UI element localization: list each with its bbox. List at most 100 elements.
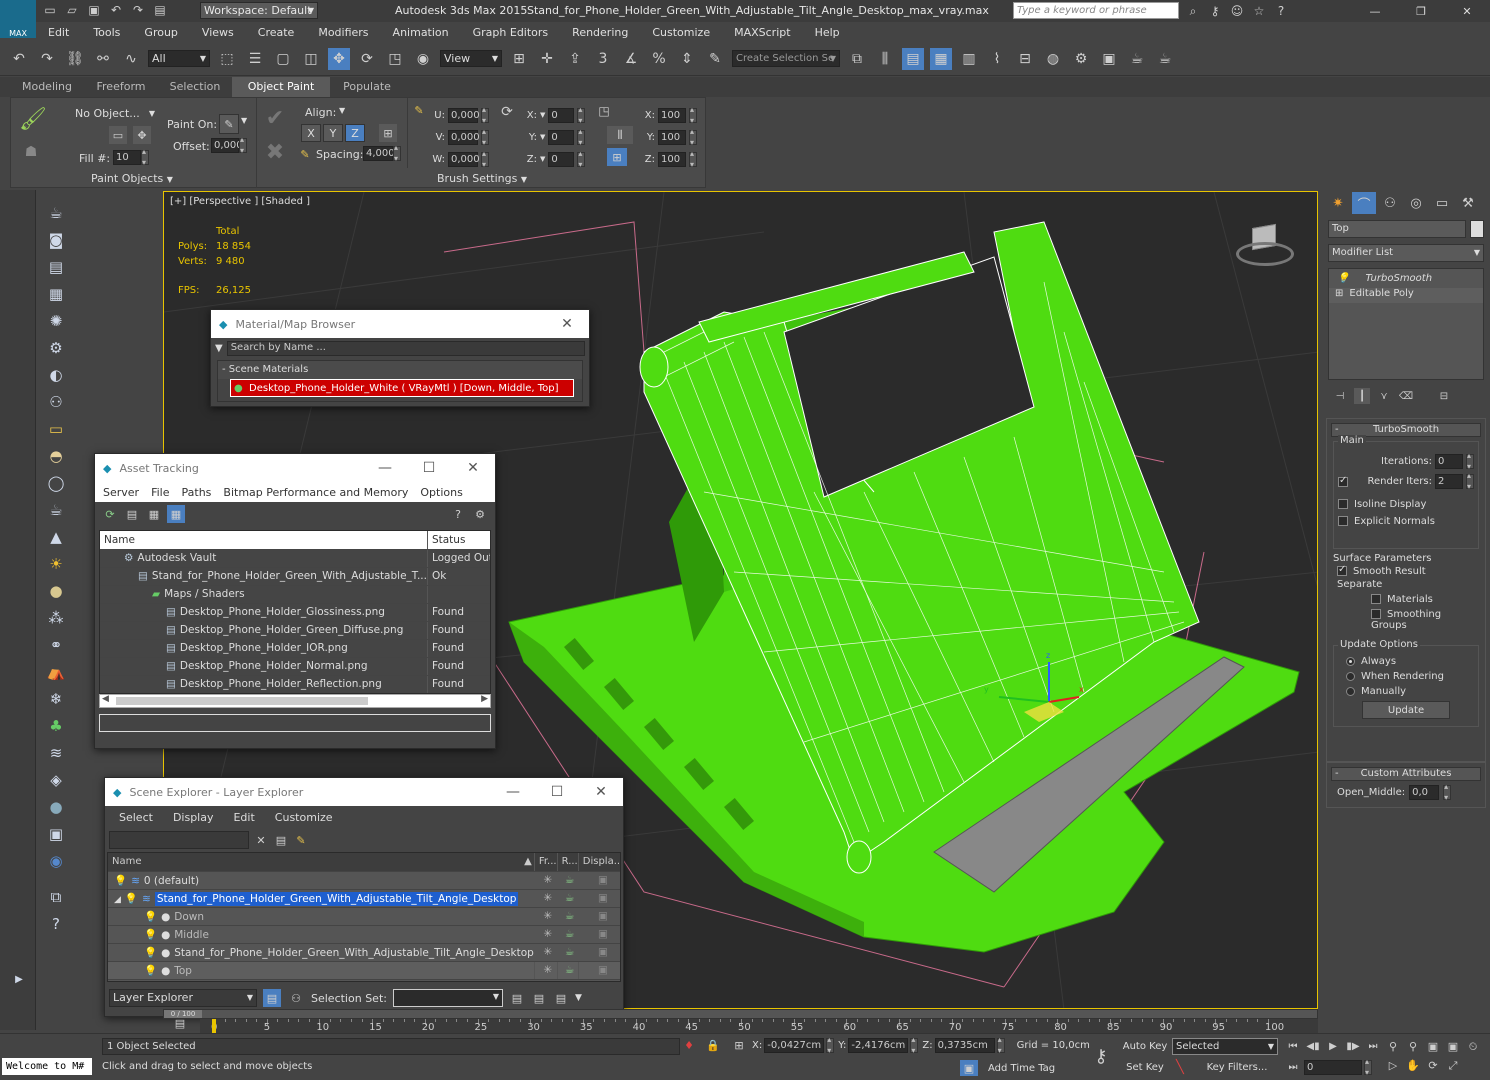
align-y-button[interactable]: Y <box>323 124 343 142</box>
key-mode-toggle-icon[interactable]: ⏭ <box>1284 1059 1302 1076</box>
table-view-icon[interactable]: ▦ <box>145 505 163 523</box>
sel-set-remove-icon[interactable]: ▤ <box>531 990 547 1006</box>
asset-menu-file[interactable]: File <box>145 486 175 499</box>
viewport-label[interactable]: [+] [Perspective ] [Shaded ] <box>170 196 310 207</box>
current-frame-marker[interactable] <box>212 1019 216 1033</box>
camera-icon[interactable]: ◙ <box>43 228 69 252</box>
open-middle-spinner[interactable] <box>1443 782 1452 802</box>
speaker-icon[interactable]: ◐ <box>43 363 69 387</box>
cone-icon[interactable]: ▲ <box>43 525 69 549</box>
menu-rendering[interactable]: Rendering <box>560 26 640 39</box>
open-file-icon[interactable]: ▱ <box>64 2 80 18</box>
save-icon[interactable]: ▣ <box>86 2 102 18</box>
maxscript-listener[interactable]: Welcome to M# <box>2 1058 92 1075</box>
display-tab-icon[interactable]: ▭ <box>1430 192 1454 214</box>
hair-fur-icon[interactable]: ≋ <box>43 741 69 765</box>
layer-row[interactable]: 💡 ● Stand_for_Phone_Holder_Green_With_Adju… <box>108 943 620 962</box>
offset-spinner[interactable] <box>239 135 247 155</box>
angle-snap-icon[interactable]: ∡ <box>620 48 642 70</box>
select-object-icon[interactable]: ⬚ <box>216 48 238 70</box>
scene-menu-edit[interactable]: Edit <box>223 811 264 824</box>
close-icon[interactable]: ✕ <box>579 784 623 800</box>
render-teapot-icon[interactable]: ☕ <box>557 907 579 926</box>
object-name-input[interactable]: Top <box>1328 220 1466 238</box>
render-teapot-icon[interactable]: ☕ <box>557 889 579 908</box>
render-teapot-icon[interactable]: ☕ <box>557 943 579 962</box>
render-teapot-icon[interactable]: ☕ <box>557 925 579 944</box>
question-icon[interactable]: ? <box>43 912 69 936</box>
ref-coord-dropdown[interactable]: View ▼ <box>440 50 502 67</box>
help-icon[interactable]: ? <box>449 505 467 523</box>
asset-menu-paths[interactable]: Paths <box>176 486 218 499</box>
col-render[interactable]: R... <box>557 853 579 872</box>
orbit-icon[interactable]: ⟳ <box>1424 1057 1442 1074</box>
list-icon[interactable]: ▤ <box>43 255 69 279</box>
render-teapot-icon[interactable]: ☕ <box>1126 48 1148 70</box>
asset-menu-options[interactable]: Options <box>414 486 468 499</box>
scene-menu-customize[interactable]: Customize <box>265 811 343 824</box>
play-arrow-icon[interactable]: ▶ <box>6 967 32 991</box>
minimize-icon[interactable]: — <box>363 460 407 476</box>
close-icon[interactable]: ✕ <box>1444 5 1490 18</box>
grid-icon[interactable]: ▦ <box>43 282 69 306</box>
menu-group[interactable]: Group <box>132 26 190 39</box>
freeze-icon[interactable]: ✳ <box>534 907 558 926</box>
time-config-icon[interactable]: ⏲ <box>1464 1038 1482 1055</box>
create-tab-icon[interactable]: ✷ <box>1326 192 1350 214</box>
ribbon-tab-object-paint[interactable]: Object Paint <box>232 77 330 97</box>
layer-sort-icon[interactable]: ▤ <box>263 989 281 1007</box>
plane-icon[interactable]: ▭ <box>43 417 69 441</box>
selection-filter-dropdown[interactable]: All ▼ <box>148 50 210 67</box>
maximize-icon[interactable]: ☐ <box>407 460 451 476</box>
separate-smoothing-checkbox[interactable] <box>1371 609 1381 619</box>
material-editor-icon[interactable]: ◍ <box>1042 48 1064 70</box>
make-unique-icon[interactable]: ⋎ <box>1376 388 1392 404</box>
add-time-tag-label[interactable]: Add Time Tag <box>988 1063 1055 1074</box>
layer-row[interactable]: 💡 ● Top ✳ ☕ ▣ <box>108 961 620 980</box>
zoom-all-icon[interactable]: ⚲ <box>1404 1038 1422 1055</box>
uvw-0-spinner[interactable] <box>481 105 489 125</box>
current-frame-spinner[interactable] <box>1364 1057 1372 1077</box>
fov-icon[interactable]: ▷ <box>1384 1057 1402 1074</box>
y-coord-input[interactable]: -2,4176cm <box>848 1038 909 1053</box>
rot-0-input[interactable]: 0 <box>548 107 575 123</box>
uvw-2-spinner[interactable] <box>481 149 489 169</box>
x-coord-input[interactable]: -0,0427cm <box>764 1038 825 1053</box>
absolute-mode-icon[interactable]: ⊞ <box>730 1036 748 1054</box>
scl-1-spinner[interactable] <box>689 127 697 147</box>
undo-icon[interactable]: ↶ <box>108 2 124 18</box>
render-icon[interactable]: ▣ <box>43 822 69 846</box>
gear-icon[interactable]: ⚙ <box>43 336 69 360</box>
paint-brush-icon[interactable]: 🖌 <box>17 104 49 134</box>
ribbon-tab-populate[interactable]: Populate <box>330 77 404 97</box>
paint-on-icon[interactable]: ✎ <box>219 114 239 134</box>
render-iters-checkbox[interactable] <box>1338 475 1348 487</box>
asset-menu-bitmap-performance-and-memory[interactable]: Bitmap Performance and Memory <box>217 486 414 499</box>
rot-2-input[interactable]: 0 <box>548 151 575 167</box>
align-z-button[interactable]: Z <box>345 124 365 142</box>
rot-0-spinner[interactable] <box>577 105 586 125</box>
explicit-normals-checkbox[interactable] <box>1338 516 1348 526</box>
auto-key-button[interactable]: Auto Key <box>1122 1038 1168 1055</box>
rect-selection-icon[interactable]: ▢ <box>272 48 294 70</box>
asset-scrollbar[interactable]: ◀ ▶ <box>99 694 491 708</box>
fill-spinner[interactable] <box>141 147 149 167</box>
current-frame-input[interactable]: 0 <box>1304 1060 1362 1075</box>
pick-objects-icon[interactable]: ☗ <box>17 140 45 164</box>
align-x-button[interactable]: X <box>301 124 321 142</box>
menu-customize[interactable]: Customize <box>640 26 722 39</box>
scene-search-input[interactable] <box>109 831 249 849</box>
display-icon[interactable]: ▣ <box>578 907 620 926</box>
custom-attributes-header[interactable]: - Custom Attributes <box>1331 767 1481 781</box>
asset-menu-server[interactable]: Server <box>97 486 145 499</box>
align-icon[interactable]: ⫼ <box>874 48 896 70</box>
edit-named-sel-icon[interactable]: ✎ <box>704 48 726 70</box>
material-search-input[interactable]: Search by Name ... <box>226 341 585 356</box>
fill-input[interactable]: 10 <box>113 150 141 165</box>
ribbon-tab-selection[interactable]: Selection <box>158 77 232 97</box>
scene-materials-header[interactable]: - Scene Materials <box>218 361 582 379</box>
menu-help[interactable]: Help <box>803 26 852 39</box>
lock-selection-icon[interactable]: 🔒 <box>704 1036 722 1054</box>
mirror-icon[interactable]: ⧉ <box>846 48 868 70</box>
scene-menu-display[interactable]: Display <box>163 811 224 824</box>
